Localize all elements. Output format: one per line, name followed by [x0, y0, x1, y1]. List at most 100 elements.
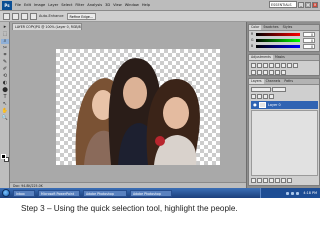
- menu-view[interactable]: View: [113, 3, 122, 7]
- black-white-icon[interactable]: [293, 63, 298, 68]
- curves-icon[interactable]: [263, 63, 268, 68]
- new-group-icon[interactable]: [275, 178, 280, 183]
- tab-channels[interactable]: Channels: [264, 79, 283, 84]
- auto-enhance-label[interactable]: Auto-Enhance: [39, 14, 64, 18]
- threshold-icon[interactable]: [275, 70, 280, 75]
- slider-value-r[interactable]: 0: [303, 32, 315, 37]
- layers-footer-icons: [251, 178, 317, 184]
- invert-icon[interactable]: [263, 70, 268, 75]
- tray-security-icon[interactable]: [296, 191, 300, 195]
- workspace-select[interactable]: ESSENTIALS: [269, 1, 297, 8]
- visibility-eye-icon[interactable]: ●: [252, 102, 258, 108]
- subtract-selection-icon[interactable]: [21, 12, 28, 20]
- menu-select[interactable]: Select: [61, 3, 72, 7]
- slider-r[interactable]: [256, 33, 300, 36]
- menu-help[interactable]: Help: [142, 3, 150, 7]
- type-tool-icon[interactable]: T: [1, 95, 9, 100]
- new-adjustment-icon[interactable]: [269, 178, 274, 183]
- add-to-selection-icon[interactable]: [12, 12, 19, 20]
- gradient-map-icon[interactable]: [281, 70, 286, 75]
- close-button[interactable]: ×: [312, 1, 318, 8]
- start-button[interactable]: [2, 189, 10, 197]
- adjustments-panel-tabs: Adjustments Masks: [249, 55, 319, 61]
- layer-row-layer-0[interactable]: ● Layer 0: [251, 101, 318, 109]
- canvas-area[interactable]: [10, 30, 246, 182]
- maximize-button[interactable]: □: [305, 1, 311, 8]
- foreground-color-swatch[interactable]: [1, 154, 6, 159]
- quick-selection-tool-icon[interactable]: ⌕: [1, 39, 9, 44]
- menu-image[interactable]: Image: [34, 3, 45, 7]
- tray-volume-icon[interactable]: [291, 191, 295, 195]
- new-layer-icon[interactable]: [281, 178, 286, 183]
- layer-style-icon[interactable]: [257, 178, 262, 183]
- color-panel-tabs: Color Swatches Styles: [249, 25, 319, 31]
- link-layers-icon[interactable]: [251, 178, 256, 183]
- tab-layers[interactable]: Layers: [249, 79, 264, 84]
- brush-tool-icon[interactable]: ✐: [1, 67, 9, 72]
- slider-label-b: B: [251, 44, 254, 48]
- posterize-icon[interactable]: [269, 70, 274, 75]
- trash-icon[interactable]: [287, 178, 292, 183]
- tab-masks[interactable]: Masks: [273, 55, 287, 60]
- tab-paths[interactable]: Paths: [282, 79, 295, 84]
- tab-swatches[interactable]: Swatches: [261, 25, 280, 30]
- opacity-field[interactable]: [272, 87, 286, 92]
- lock-transparency-icon[interactable]: [251, 94, 256, 99]
- vibrance-icon[interactable]: [275, 63, 280, 68]
- quick-selection-icon[interactable]: [3, 12, 10, 20]
- document-tab[interactable]: LAYER COPY.JPG @ 100% (Layer 0, RGB/8): [12, 23, 82, 30]
- color-panel: Color Swatches Styles R 0 G 0 B 0: [248, 24, 320, 52]
- tab-adjustments[interactable]: Adjustments: [249, 55, 273, 60]
- menu-window[interactable]: Window: [125, 3, 139, 7]
- blend-mode-select[interactable]: [251, 87, 271, 92]
- dodge-tool-icon[interactable]: ◐: [1, 81, 9, 86]
- taskbar-button-powerpoint[interactable]: Microsoft PowerPoint: [38, 189, 80, 197]
- slider-value-b[interactable]: 0: [303, 44, 315, 49]
- lock-all-icon[interactable]: [269, 94, 274, 99]
- healing-brush-tool-icon[interactable]: ✎: [1, 60, 9, 65]
- hand-tool-icon[interactable]: ✋: [1, 109, 9, 114]
- lock-position-icon[interactable]: [263, 94, 268, 99]
- menu-layer[interactable]: Layer: [48, 3, 58, 7]
- photoshop-screenshot: Ps File Edit Image Layer Select Filter A…: [0, 0, 320, 198]
- marquee-tool-icon[interactable]: ⬚: [1, 32, 9, 37]
- exposure-icon[interactable]: [269, 63, 274, 68]
- lock-pixels-icon[interactable]: [257, 94, 262, 99]
- brush-size-icon[interactable]: [30, 12, 37, 20]
- document-canvas[interactable]: [56, 49, 220, 165]
- add-mask-icon[interactable]: [263, 178, 268, 183]
- menu-edit[interactable]: Edit: [24, 3, 31, 7]
- slider-b[interactable]: [256, 45, 300, 48]
- photo-filter-icon[interactable]: [251, 70, 256, 75]
- menu-3d[interactable]: 3D: [105, 3, 110, 7]
- slider-g[interactable]: [256, 39, 300, 42]
- history-brush-tool-icon[interactable]: ⟲: [1, 74, 9, 79]
- path-selection-tool-icon[interactable]: ↖: [1, 102, 9, 107]
- menu-filter[interactable]: Filter: [75, 3, 84, 7]
- slider-value-g[interactable]: 0: [303, 38, 315, 43]
- hue-saturation-icon[interactable]: [281, 63, 286, 68]
- menu-file[interactable]: File: [15, 3, 21, 7]
- color-balance-icon[interactable]: [287, 63, 292, 68]
- minimize-button[interactable]: _: [298, 1, 304, 8]
- slider-label-g: G: [251, 38, 254, 42]
- taskbar-button-photoshop-1[interactable]: Adobe Photoshop: [83, 189, 127, 197]
- levels-icon[interactable]: [257, 63, 262, 68]
- tab-styles[interactable]: Styles: [281, 25, 295, 30]
- photoshop-logo: Ps: [2, 0, 12, 10]
- tray-network-icon[interactable]: [286, 191, 290, 195]
- crop-tool-icon[interactable]: ✂: [1, 46, 9, 51]
- taskbar-button-inbox[interactable]: Inbox: [13, 189, 35, 197]
- document-tab-bar: LAYER COPY.JPG @ 100% (Layer 0, RGB/8): [10, 22, 246, 30]
- eyedropper-tool-icon[interactable]: ⌗: [1, 53, 9, 58]
- shape-tool-icon[interactable]: ⬤: [1, 88, 9, 93]
- channel-mixer-icon[interactable]: [257, 70, 262, 75]
- brightness-icon[interactable]: [251, 63, 256, 68]
- menu-analysis[interactable]: Analysis: [87, 3, 102, 7]
- tab-color[interactable]: Color: [249, 25, 262, 30]
- move-tool-icon[interactable]: ▸: [1, 25, 9, 30]
- taskbar-button-photoshop-2[interactable]: Adobe Photoshop: [130, 189, 172, 197]
- clock[interactable]: 4:18 PM: [303, 191, 317, 195]
- refine-edge-button[interactable]: Refine Edge...: [66, 12, 97, 20]
- zoom-tool-icon[interactable]: 🔍: [1, 116, 9, 121]
